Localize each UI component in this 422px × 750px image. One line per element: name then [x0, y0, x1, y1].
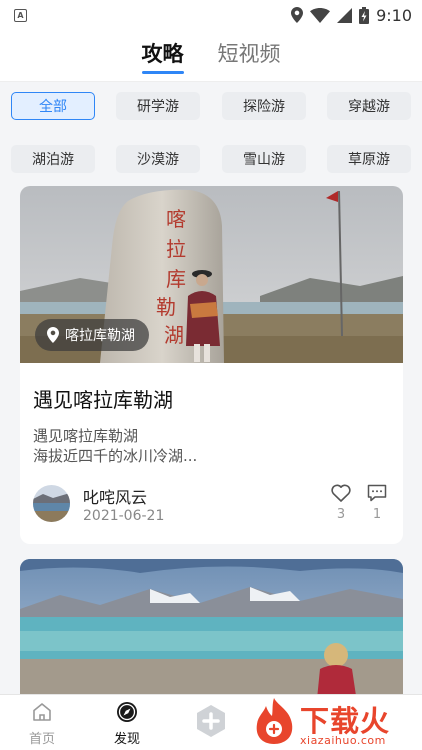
- like-count: 3: [336, 507, 346, 522]
- avatar[interactable]: [33, 485, 70, 522]
- status-time: 9:10: [376, 5, 412, 25]
- add-icon: [197, 705, 225, 737]
- watermark: 下载火 xiazaihuo.com: [248, 694, 422, 750]
- like-button[interactable]: 3: [329, 484, 353, 522]
- category-chips: 全部 研学游 探险游 穿越游 湖泊游 沙漠游 雪山游 草原游: [0, 82, 422, 182]
- location-pin-icon: [47, 327, 59, 343]
- avatar-image: [33, 485, 70, 522]
- author-name[interactable]: 叱咤风云: [83, 484, 147, 508]
- add-post-button[interactable]: [194, 704, 228, 742]
- category-snow-mountain-tour[interactable]: 雪山游: [222, 145, 306, 173]
- heart-icon: [331, 484, 351, 502]
- nav-home[interactable]: 首页: [12, 701, 72, 747]
- home-icon: [33, 703, 51, 721]
- nav-discover-label: 发现: [113, 732, 140, 747]
- location-badge: 喀拉库勒湖: [35, 319, 149, 351]
- post-description: 遇见喀拉库勒湖 海拔近四千的冰川冷湖...: [33, 426, 333, 466]
- comment-count: 1: [372, 507, 382, 522]
- category-all[interactable]: 全部: [11, 92, 95, 120]
- comment-icon: [367, 484, 387, 502]
- inscription-char: 拉: [166, 237, 186, 261]
- status-bar: A 9:10: [0, 0, 422, 30]
- tab-short-videos[interactable]: 短视频: [218, 30, 281, 81]
- category-adventure-tour[interactable]: 探险游: [222, 92, 306, 120]
- comment-button[interactable]: 1: [365, 484, 389, 522]
- wifi-icon: [310, 7, 331, 23]
- post-card[interactable]: [20, 559, 403, 709]
- inscription-char: 湖: [164, 323, 184, 347]
- inscription-char: 勒: [156, 295, 176, 319]
- tab-guides[interactable]: 攻略: [141, 30, 184, 81]
- post-card[interactable]: 喀 拉 库 勒 湖 喀拉库勒湖 遇见喀拉库勒湖 遇见喀拉库勒湖 海拔近四千的冰川…: [20, 186, 403, 544]
- inscription-char: 喀: [166, 207, 186, 231]
- category-lake-tour[interactable]: 湖泊游: [11, 145, 95, 173]
- location-pin-icon: [291, 7, 304, 23]
- flame-logo-icon: [256, 698, 293, 744]
- category-study-tour[interactable]: 研学游: [116, 92, 200, 120]
- category-desert-tour[interactable]: 沙漠游: [116, 145, 200, 173]
- notification-a-icon: A: [14, 8, 27, 22]
- inscription-char: 库: [166, 267, 186, 291]
- watermark-url: xiazaihuo.com: [300, 734, 386, 747]
- compass-icon: [117, 702, 137, 722]
- post-description-line: 海拔近四千的冰川冷湖...: [33, 447, 198, 465]
- post-date: 2021-06-21: [83, 508, 165, 524]
- post-title: 遇见喀拉库勒湖: [33, 388, 173, 412]
- nav-discover[interactable]: 发现: [97, 701, 157, 747]
- signal-icon: [337, 7, 353, 23]
- location-label: 喀拉库勒湖: [65, 328, 135, 344]
- post-cover-image: [20, 559, 403, 709]
- battery-icon: [359, 6, 370, 24]
- top-tabs: 攻略 短视频: [0, 30, 422, 82]
- category-trekking-tour[interactable]: 穿越游: [327, 92, 411, 120]
- nav-home-label: 首页: [28, 732, 55, 747]
- category-grassland-tour[interactable]: 草原游: [327, 145, 411, 173]
- post-description-line: 遇见喀拉库勒湖: [33, 427, 139, 445]
